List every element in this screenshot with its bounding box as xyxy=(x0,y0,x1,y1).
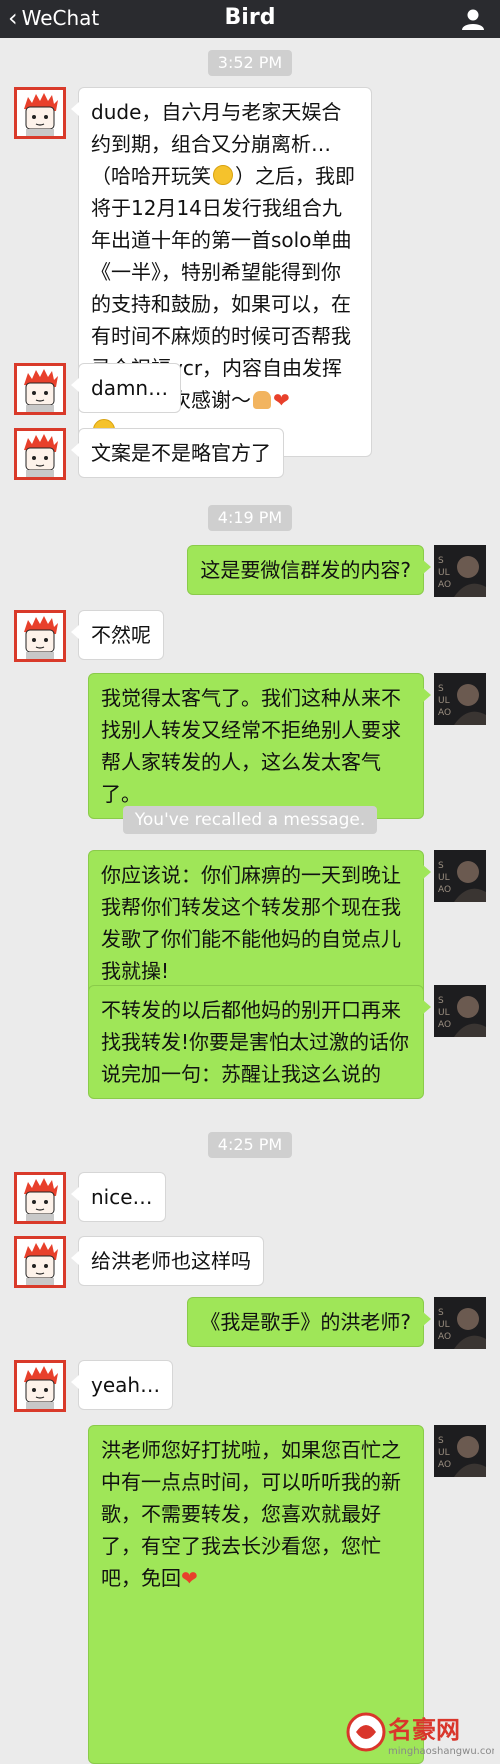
grin-emoji xyxy=(213,165,233,185)
outgoing-message[interactable]: 这是要微信群发的内容? xyxy=(187,545,431,595)
timestamp: 4:19 PM xyxy=(0,505,500,531)
contact-avatar[interactable] xyxy=(14,610,66,662)
my-avatar[interactable] xyxy=(434,545,486,597)
my-avatar[interactable] xyxy=(434,1297,486,1349)
my-avatar[interactable] xyxy=(434,985,486,1037)
contact-avatar[interactable] xyxy=(14,1172,66,1224)
incoming-message[interactable]: 不然呢 xyxy=(71,610,164,660)
watermark-logo: 名豪网 minghaoshangwu.com xyxy=(346,1712,500,1757)
svg-text:minghaoshangwu.com: minghaoshangwu.com xyxy=(388,1746,494,1757)
incoming-message[interactable]: 给洪老师也这样吗 xyxy=(71,1236,264,1286)
message-text: 洪老师您好打扰啦，如果您百忙之中有一点点时间，可以听听我的新歌，不需要转发，您喜… xyxy=(101,1438,401,1590)
contact-avatar[interactable] xyxy=(14,1236,66,1288)
contact-avatar[interactable] xyxy=(14,428,66,480)
my-avatar[interactable] xyxy=(434,1425,486,1477)
outgoing-message[interactable]: 我觉得太客气了。我们这种从来不找别人转发又经常不拒绝别人要求帮人家转发的人，这么… xyxy=(88,673,431,819)
incoming-message[interactable]: yeah… xyxy=(70,1360,174,1410)
incoming-message[interactable]: damn… xyxy=(70,363,182,413)
heart-emoji: ❤ xyxy=(273,388,290,412)
timestamp: 3:52 PM xyxy=(0,50,500,76)
system-notice: You've recalled a message. xyxy=(0,806,500,834)
outgoing-message[interactable]: 你应该说：你们麻痹的一天到晚让我帮你们转发这个转发那个现在我发歌了你们能不能他妈… xyxy=(88,850,431,996)
heart-emoji: ❤ xyxy=(181,1566,198,1590)
contact-avatar[interactable] xyxy=(14,363,66,415)
svg-text:名豪网: 名豪网 xyxy=(388,1716,460,1744)
incoming-message[interactable]: 文案是不是略官方了 xyxy=(71,428,284,478)
outgoing-message[interactable]: 不转发的以后都他妈的别开口再来找我转发!你要是害怕太过激的话你说完加一句：苏醒让… xyxy=(88,985,431,1099)
incoming-message[interactable]: nice… xyxy=(71,1172,166,1222)
my-avatar[interactable] xyxy=(434,673,486,725)
user-icon[interactable] xyxy=(460,8,486,30)
chat-title: Bird xyxy=(224,5,276,30)
nav-bar: ‹ WeChat Bird xyxy=(0,0,500,38)
outgoing-message[interactable]: 《我是歌手》的洪老师? xyxy=(187,1297,431,1347)
contact-avatar[interactable] xyxy=(14,87,66,139)
my-avatar[interactable] xyxy=(434,850,486,902)
timestamp: 4:25 PM xyxy=(0,1132,500,1158)
pray-emoji xyxy=(253,391,271,409)
site-watermark: 名豪网 minghaoshangwu.com xyxy=(344,1708,500,1760)
contact-avatar[interactable] xyxy=(14,1360,66,1412)
